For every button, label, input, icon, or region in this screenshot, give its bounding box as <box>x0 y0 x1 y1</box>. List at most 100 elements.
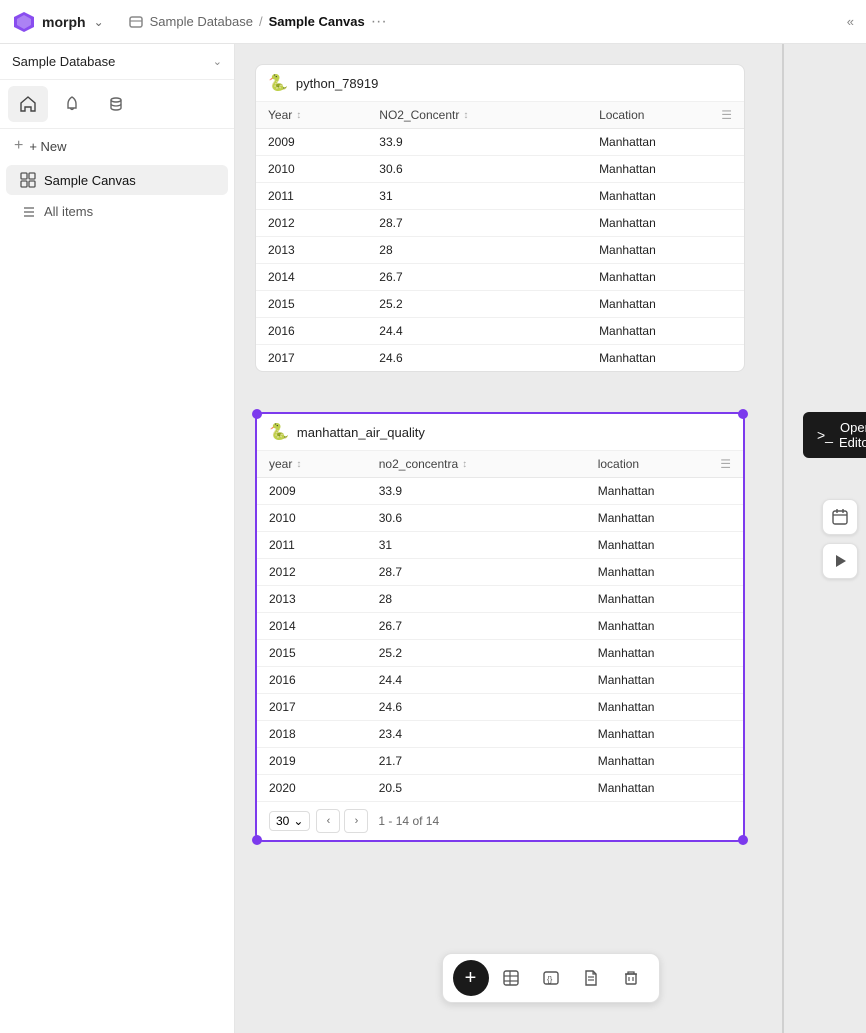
cell-location: Manhattan <box>586 640 743 667</box>
data-node-table: year ↕ no2_concentra ↕ location ☰ 2009 <box>257 451 743 801</box>
cell-no2: 31 <box>367 183 587 210</box>
node-col-year: year ↕ <box>257 451 367 478</box>
table-row: 2011 31 Manhattan <box>257 532 743 559</box>
svg-text:{}: {} <box>547 975 553 984</box>
node-col-no2: no2_concentra ↕ <box>367 451 586 478</box>
cell-no2: 33.9 <box>367 478 586 505</box>
handle-br[interactable] <box>738 835 748 845</box>
table-row: 2017 24.6 Manhattan <box>257 694 743 721</box>
cell-location: Manhattan <box>586 478 743 505</box>
sidebar-icon-row <box>0 80 234 129</box>
cell-no2: 25.2 <box>367 640 586 667</box>
cell-location: Manhattan <box>586 559 743 586</box>
right-side-buttons <box>822 499 866 579</box>
database-icon <box>107 95 125 113</box>
canvas-label: Sample Canvas <box>44 173 136 188</box>
action-buttons: >_ Open Editor Morph AI <box>803 412 866 458</box>
cell-no2: 25.2 <box>367 291 587 318</box>
add-node-button[interactable]: + <box>453 960 489 996</box>
doc-view-button[interactable] <box>573 960 609 996</box>
cell-year: 2016 <box>256 318 367 345</box>
cell-no2: 28.7 <box>367 559 586 586</box>
python-table-body: 2009 33.9 Manhattan 2010 30.6 Manhattan … <box>256 129 744 372</box>
sort-icon-no2: ↕ <box>463 110 468 121</box>
cell-no2: 28 <box>367 237 587 264</box>
table-row: 2014 26.7 Manhattan <box>256 264 744 291</box>
cell-no2: 24.6 <box>367 694 586 721</box>
cell-year: 2013 <box>257 586 367 613</box>
cell-year: 2014 <box>257 613 367 640</box>
cell-year: 2015 <box>257 640 367 667</box>
calendar-button[interactable] <box>822 499 858 535</box>
breadcrumb: Sample Database / Sample Canvas ··· <box>112 13 839 31</box>
cell-year: 2009 <box>256 129 367 156</box>
cell-year: 2009 <box>257 478 367 505</box>
app-chevron[interactable]: ⌄ <box>94 15 104 29</box>
open-editor-button[interactable]: >_ Open Editor <box>803 412 866 458</box>
delete-button[interactable] <box>613 960 649 996</box>
data-node: 🐍 manhattan_air_quality year ↕ no2_conce… <box>255 412 745 842</box>
cell-no2: 31 <box>367 532 586 559</box>
code-view-button[interactable]: {} <box>533 960 569 996</box>
node-sort-icon-year: ↕ <box>296 459 301 470</box>
calendar-icon <box>831 508 849 526</box>
list-icon <box>22 205 36 219</box>
cell-year: 2020 <box>257 775 367 802</box>
cell-location: Manhattan <box>586 586 743 613</box>
col-year: Year ↕ <box>256 102 367 129</box>
page-next-button[interactable]: › <box>344 809 368 833</box>
doc-icon <box>582 969 600 987</box>
sidebar-all-items[interactable]: All items <box>0 197 234 226</box>
sidebar-item-canvas[interactable]: Sample Canvas <box>6 165 228 195</box>
cell-location: Manhattan <box>587 129 744 156</box>
node-col-menu-icon[interactable]: ☰ <box>720 457 731 471</box>
python-block-header: 🐍 python_78919 <box>256 65 744 102</box>
table-row: 2011 31 Manhattan <box>256 183 744 210</box>
sidebar-bell-button[interactable] <box>52 86 92 122</box>
cell-no2: 30.6 <box>367 156 587 183</box>
handle-tl[interactable] <box>252 409 262 419</box>
table-row: 2009 33.9 Manhattan <box>256 129 744 156</box>
col-no2: NO2_Concentr ↕ <box>367 102 587 129</box>
node-table-header-row: year ↕ no2_concentra ↕ location ☰ <box>257 451 743 478</box>
table-row: 2019 21.7 Manhattan <box>257 748 743 775</box>
data-node-header: 🐍 manhattan_air_quality <box>257 414 743 451</box>
table-row: 2012 28.7 Manhattan <box>257 559 743 586</box>
new-button[interactable]: + + New <box>0 129 234 163</box>
content-area: 🐍 python_78919 Year ↕ NO2_Concentr ↕ Loc… <box>235 44 866 1033</box>
cell-no2: 28 <box>367 586 586 613</box>
sidebar-collapse-button[interactable]: « <box>847 14 854 29</box>
table-row: 2020 20.5 Manhattan <box>257 775 743 802</box>
cell-year: 2019 <box>257 748 367 775</box>
sidebar-database-button[interactable] <box>96 86 136 122</box>
terminal-icon: >_ <box>817 427 833 443</box>
cell-year: 2012 <box>256 210 367 237</box>
breadcrumb-more-button[interactable]: ··· <box>371 13 387 31</box>
cell-location: Manhattan <box>587 318 744 345</box>
handle-bl[interactable] <box>252 835 262 845</box>
db-selector[interactable]: Sample Database ⌄ <box>0 44 234 80</box>
top-bar: morph ⌄ Sample Database / Sample Canvas … <box>0 0 866 44</box>
canvas-grid-icon <box>20 172 36 188</box>
cell-year: 2018 <box>257 721 367 748</box>
page-prev-button[interactable]: ‹ <box>316 809 340 833</box>
col-menu-icon[interactable]: ☰ <box>721 108 732 122</box>
cell-location: Manhattan <box>587 237 744 264</box>
sidebar-home-button[interactable] <box>8 86 48 122</box>
cell-location: Manhattan <box>586 532 743 559</box>
cell-year: 2011 <box>256 183 367 210</box>
table-view-button[interactable] <box>493 960 529 996</box>
cell-no2: 26.7 <box>367 264 587 291</box>
cell-year: 2010 <box>257 505 367 532</box>
page-size-select[interactable]: 30 ⌄ <box>269 811 310 831</box>
cell-location: Manhattan <box>587 291 744 318</box>
cell-location: Manhattan <box>586 775 743 802</box>
play-button[interactable] <box>822 543 858 579</box>
cell-no2: 28.7 <box>367 210 587 237</box>
data-node-icon: 🐍 <box>269 422 289 442</box>
node-table-body: 2009 33.9 Manhattan 2010 30.6 Manhattan … <box>257 478 743 802</box>
cell-year: 2017 <box>257 694 367 721</box>
code-icon: {} <box>542 969 560 987</box>
handle-tr[interactable] <box>738 409 748 419</box>
table-row: 2010 30.6 Manhattan <box>257 505 743 532</box>
